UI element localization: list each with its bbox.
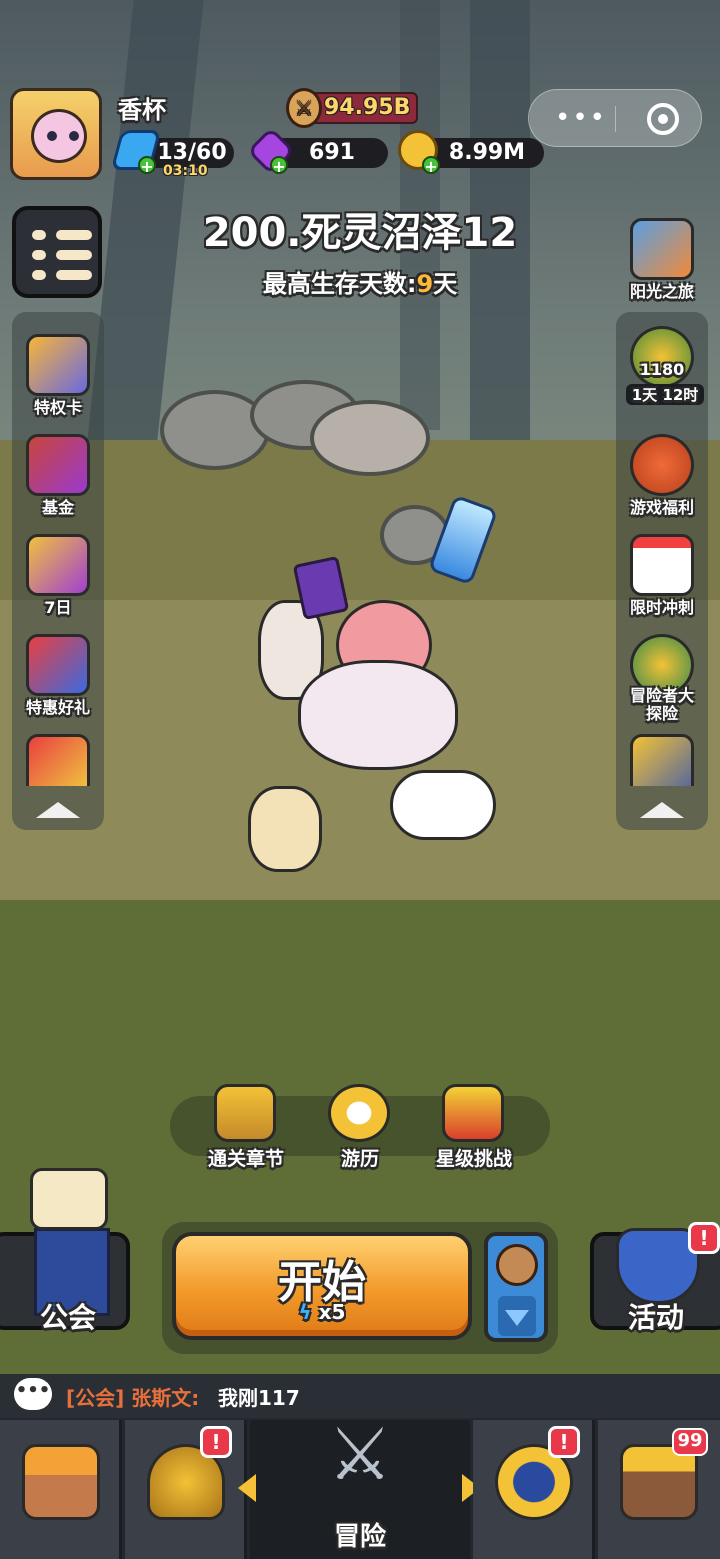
seven-day-icon bbox=[26, 534, 90, 596]
limited-sprint-label: 限时冲刺 bbox=[629, 598, 694, 617]
adventure-nav-label: 冒险 bbox=[333, 1522, 386, 1552]
mini-program-capsule: ••• bbox=[528, 89, 702, 147]
add-gold-icon[interactable]: + bbox=[422, 156, 440, 175]
event-alert-badge: ! bbox=[688, 1222, 720, 1254]
best-label: 最高生存天数: bbox=[262, 270, 417, 298]
fund-icon bbox=[26, 434, 90, 496]
gem-counter[interactable]: 691 + bbox=[246, 126, 388, 176]
special-gift-label: 特惠好礼 bbox=[25, 698, 90, 717]
star-challenge-icon bbox=[442, 1084, 504, 1142]
gem-value: 691 bbox=[309, 140, 355, 165]
fund-button[interactable]: 基金 bbox=[12, 430, 104, 522]
limited-sprint-button[interactable]: 限时冲刺 bbox=[616, 530, 708, 622]
guild-label: 公会 bbox=[39, 1301, 96, 1334]
crossed-swords-icon: ⚔ bbox=[327, 1412, 393, 1496]
chest-count-badge: 99 bbox=[672, 1428, 708, 1456]
target-icon[interactable] bbox=[647, 103, 679, 135]
adventure-label-line2: 探险 bbox=[645, 704, 678, 723]
calendar-icon bbox=[630, 534, 694, 596]
seven-day-button[interactable]: 7日 bbox=[12, 530, 104, 622]
add-energy-icon[interactable]: + bbox=[138, 156, 156, 175]
nav-shop[interactable] bbox=[0, 1420, 122, 1559]
partial-item-icon[interactable] bbox=[26, 734, 90, 786]
pass-timer: 1天 12时 bbox=[626, 384, 704, 405]
best-value: 9 bbox=[416, 270, 434, 298]
player-avatar[interactable] bbox=[10, 88, 102, 180]
start-cost-value: x5 bbox=[318, 1300, 346, 1324]
chapter-clear-label: 通关章节 bbox=[207, 1148, 284, 1170]
upgrade-alert-badge: ! bbox=[548, 1426, 580, 1458]
travel-button[interactable]: 游历 bbox=[310, 1080, 410, 1170]
gold-counter[interactable]: 8.99M + bbox=[398, 130, 544, 175]
sunshine-journey-icon bbox=[630, 218, 694, 280]
chat-message: 我刚117 bbox=[218, 1386, 300, 1410]
chapter-clear-button[interactable]: 通关章节 bbox=[196, 1080, 296, 1170]
welfare-bag-icon bbox=[630, 434, 694, 496]
shop-icon bbox=[22, 1444, 100, 1520]
power-value: 94.95B bbox=[324, 95, 411, 120]
fox-girl bbox=[248, 786, 322, 872]
capybara-icon bbox=[496, 1244, 538, 1286]
chat-bubble-icon[interactable]: ••• bbox=[14, 1378, 52, 1410]
energy-timer: 03:10 bbox=[163, 163, 208, 179]
start-cost: ϟ x5 bbox=[176, 1300, 468, 1324]
pass-button[interactable]: 1180 1天 12时 bbox=[616, 322, 708, 414]
game-welfare-button[interactable]: 游戏福利 bbox=[616, 430, 708, 522]
nav-adventure[interactable]: ⚔ 冒险 bbox=[250, 1412, 470, 1559]
chapter-chest-icon bbox=[214, 1084, 276, 1142]
gold-value: 8.99M bbox=[448, 140, 526, 165]
add-gem-icon[interactable]: + bbox=[270, 156, 288, 175]
nav-left-arrow-icon[interactable] bbox=[238, 1474, 256, 1502]
gift-icon bbox=[26, 634, 90, 696]
chat-sender: [公会] 张斯文: bbox=[66, 1386, 200, 1410]
star-challenge-button[interactable]: 星级挑战 bbox=[424, 1080, 524, 1170]
sword-icon: ⚔ bbox=[286, 88, 322, 128]
sunshine-journey-label: 阳光之旅 bbox=[629, 282, 694, 301]
seven-day-label: 7日 bbox=[44, 598, 72, 617]
privilege-card-icon bbox=[26, 334, 90, 396]
sunshine-journey-button[interactable]: 阳光之旅 bbox=[616, 214, 708, 306]
special-gift-button[interactable]: 特惠好礼 bbox=[12, 630, 104, 722]
stage-title: 200.死灵沼泽12 bbox=[202, 210, 518, 256]
lightning-icon: ϟ bbox=[298, 1300, 319, 1324]
power-display: ⚔ 94.95B bbox=[286, 88, 418, 128]
player-name: 香杯 bbox=[118, 96, 166, 124]
crossed-swords-icon[interactable] bbox=[30, 1168, 108, 1230]
fund-label: 基金 bbox=[41, 498, 74, 517]
event-label: 活动 bbox=[627, 1301, 684, 1334]
privilege-card-button[interactable]: 特权卡 bbox=[12, 330, 104, 422]
right-collapse-arrow[interactable] bbox=[640, 802, 684, 818]
down-arrow-icon bbox=[498, 1296, 536, 1336]
best-unit: 天 bbox=[433, 270, 458, 298]
game-welfare-label: 游戏福利 bbox=[629, 498, 694, 517]
travel-label: 游历 bbox=[340, 1148, 379, 1170]
privilege-card-label: 特权卡 bbox=[33, 398, 82, 417]
compass-icon bbox=[328, 1084, 390, 1142]
start-button[interactable]: 开始 ϟ x5 bbox=[172, 1232, 472, 1340]
adventure-button[interactable]: 冒险者大 探险 bbox=[616, 630, 708, 723]
pet-select-button[interactable] bbox=[484, 1232, 548, 1342]
pass-value: 1180 bbox=[639, 360, 685, 379]
more-dots-icon[interactable]: ••• bbox=[555, 104, 607, 132]
cloud-pet bbox=[390, 770, 496, 840]
star-challenge-label: 星级挑战 bbox=[435, 1148, 512, 1170]
upgrade-tower-icon[interactable] bbox=[630, 734, 694, 786]
left-collapse-arrow[interactable] bbox=[36, 802, 80, 818]
equipment-alert-badge: ! bbox=[200, 1426, 232, 1458]
menu-button[interactable] bbox=[12, 206, 102, 298]
purple-mount bbox=[298, 660, 458, 770]
